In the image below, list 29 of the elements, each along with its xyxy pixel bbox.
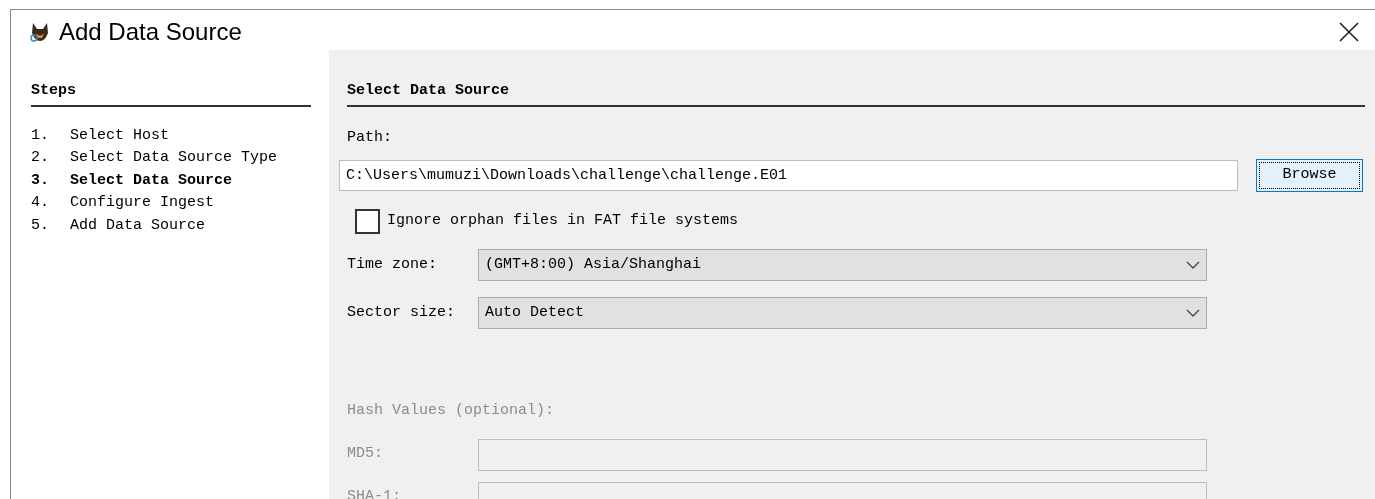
- chevron-down-icon: [1186, 261, 1200, 269]
- path-label: Path:: [347, 127, 393, 148]
- hash-label: MD5:: [347, 444, 384, 465]
- window-title: Add Data Source: [59, 17, 242, 47]
- close-button[interactable]: [1337, 20, 1361, 44]
- step-label: Configure Ingest: [70, 193, 215, 213]
- checkbox-label: Ignore orphan files in FAT file systems: [387, 211, 739, 232]
- step-number: 5.: [31, 215, 50, 236]
- step-label: Select Data Source: [70, 170, 233, 191]
- dog-head-icon: [29, 21, 51, 43]
- panel-heading: Select Data Source: [347, 80, 1365, 107]
- hash-heading: Hash Values (optional):: [347, 401, 556, 421]
- select-label: Sector size:: [347, 302, 457, 323]
- dropdown[interactable]: Auto Detect: [478, 297, 1207, 329]
- select-label: Time zone:: [347, 254, 438, 275]
- step-number: 4.: [31, 193, 50, 213]
- step-number: 3.: [31, 170, 50, 191]
- step-label: Add Data Source: [70, 215, 206, 236]
- steps-heading: Steps: [31, 80, 311, 107]
- browse-button[interactable]: Browse: [1256, 159, 1363, 192]
- checkbox[interactable]: [355, 209, 380, 234]
- chevron-down-icon: [1186, 309, 1200, 317]
- dropdown[interactable]: (GMT+8:00) Asia/Shanghai: [478, 249, 1207, 281]
- step-number: 1.: [31, 125, 50, 146]
- step-number: 2.: [31, 148, 50, 168]
- close-icon: [1339, 22, 1359, 42]
- step-label: Select Data Source Type: [70, 148, 278, 168]
- step-label: Select Host: [70, 125, 170, 146]
- path-field[interactable]: C:\Users\mumuzi\Downloads\challenge\challenge.E01: [339, 160, 1238, 191]
